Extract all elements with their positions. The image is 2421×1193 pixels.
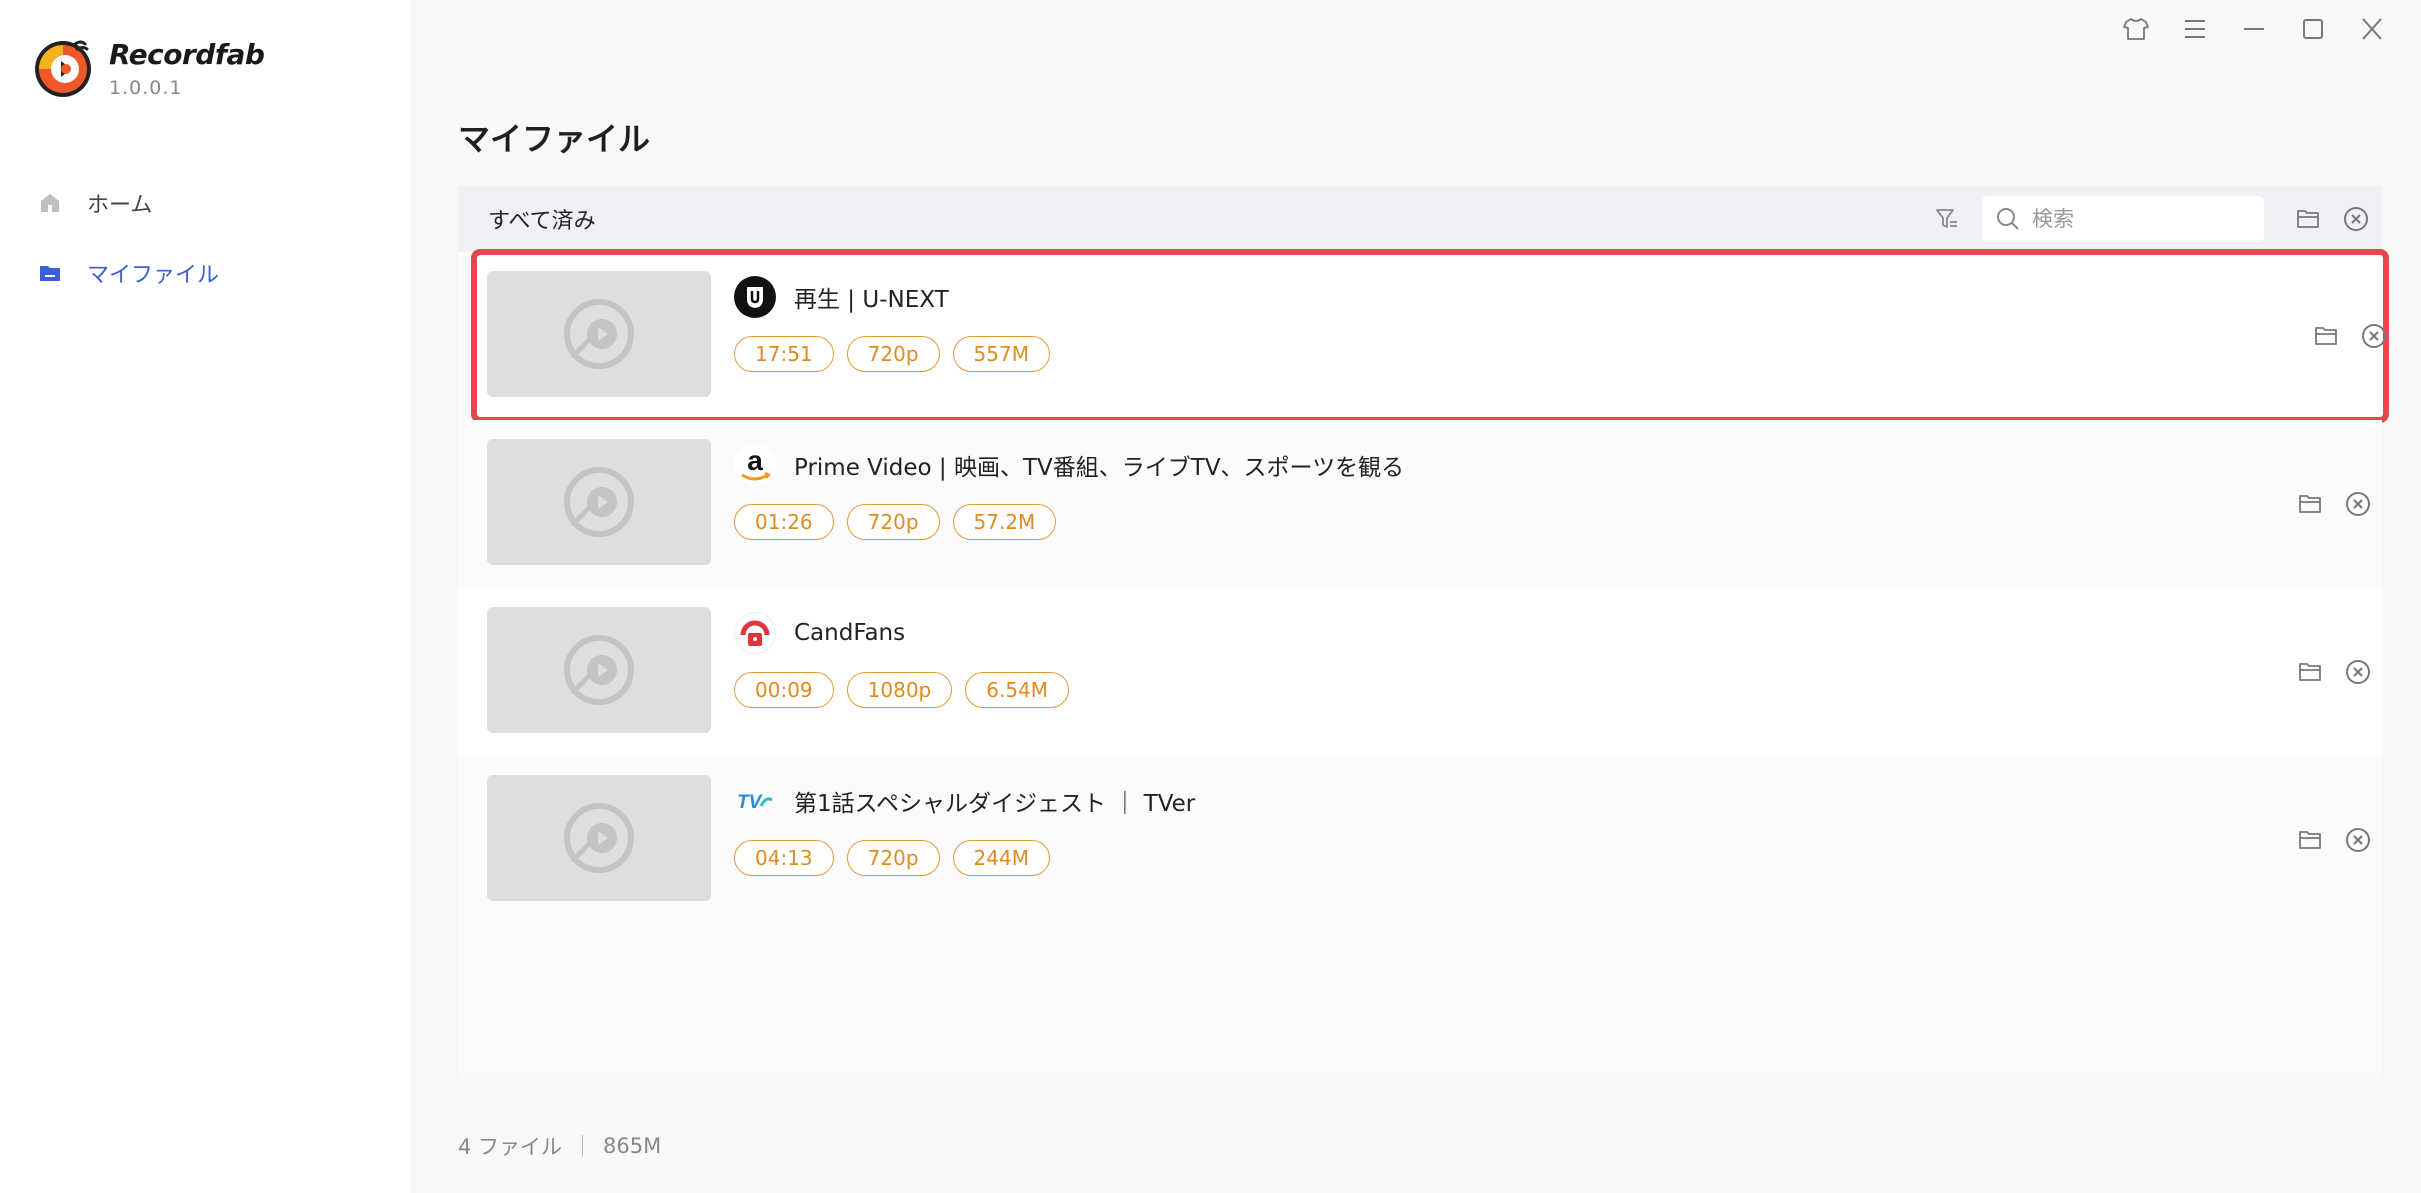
duration-badge: 00:09	[734, 672, 834, 708]
folder-open-icon	[2315, 327, 2337, 345]
sidebar-item-home[interactable]: ホーム	[0, 168, 411, 238]
duration-badge: 17:51	[734, 336, 834, 372]
file-row[interactable]: a Prime Video | 映画、TV番組、ライブTV、スポーツを観る 01…	[458, 420, 2382, 588]
page-title: マイファイル	[458, 120, 651, 158]
app-version: 1.0.0.1	[109, 77, 183, 99]
video-thumbnail[interactable]	[487, 271, 711, 397]
svg-text:a: a	[747, 445, 763, 476]
folder-open-icon	[2297, 210, 2319, 228]
video-thumbnail[interactable]	[487, 607, 711, 733]
sidebar-item-my-files[interactable]: マイファイル	[0, 238, 411, 308]
delete-button[interactable]	[2334, 816, 2382, 864]
candfans-logo-icon	[734, 612, 776, 654]
footer-summary: 4 ファイル 865M	[458, 1131, 661, 1161]
delete-button[interactable]	[2334, 648, 2382, 696]
close-circle-icon	[2346, 660, 2370, 684]
size-badge: 57.2M	[952, 504, 1057, 540]
file-list-panel: すべて済み 検索 再生 | U-NEXT 17:51 720p 557M a P…	[458, 186, 2389, 1079]
file-row[interactable]: CandFans 00:09 1080p 6.54M	[458, 588, 2382, 756]
window-controls	[2106, 14, 2401, 44]
total-size: 865M	[603, 1134, 662, 1158]
close-icon[interactable]	[2342, 14, 2401, 44]
menu-icon[interactable]	[2165, 14, 2224, 44]
folder-open-icon	[2299, 495, 2321, 513]
close-circle-icon	[2346, 492, 2370, 516]
filter-label[interactable]: すべて済み	[488, 203, 596, 235]
file-title: CandFans	[794, 620, 906, 646]
search-input[interactable]	[2032, 207, 2252, 231]
file-title: 再生 | U-NEXT	[794, 287, 949, 313]
file-row[interactable]: TV 第1話スペシャルダイジェスト ｜ TVer 04:13 720p 244M	[458, 756, 2382, 924]
resolution-badge: 720p	[846, 336, 940, 372]
svg-text:TV: TV	[737, 792, 763, 813]
close-circle-icon	[2362, 324, 2386, 348]
folder-open-icon	[2299, 831, 2321, 849]
tver-logo-icon: TV	[734, 780, 776, 822]
shirt-skin-icon[interactable]	[2106, 14, 2165, 44]
folder-open-icon	[2299, 663, 2321, 681]
folder-icon	[37, 260, 63, 286]
video-placeholder-icon	[564, 299, 634, 369]
video-placeholder-icon	[564, 803, 634, 873]
open-folder-button[interactable]	[2286, 480, 2334, 528]
video-placeholder-icon	[564, 635, 634, 705]
open-folder-button[interactable]	[2302, 312, 2350, 360]
delete-button[interactable]	[2334, 480, 2382, 528]
open-folder-all-button[interactable]	[2284, 195, 2332, 243]
file-title: Prime Video | 映画、TV番組、ライブTV、スポーツを観る	[794, 455, 1405, 481]
delete-all-button[interactable]	[2332, 195, 2380, 243]
sidebar-item-label: ホーム	[87, 193, 153, 218]
minimize-icon[interactable]	[2224, 14, 2283, 44]
divider	[582, 1135, 584, 1157]
resolution-badge: 720p	[846, 504, 940, 540]
maximize-icon[interactable]	[2283, 14, 2342, 44]
size-badge: 557M	[952, 336, 1050, 372]
unext-logo-icon	[734, 276, 776, 318]
recordfab-logo-icon	[35, 40, 91, 97]
brand: Recordfab 1.0.0.1	[31, 36, 265, 100]
filter-icon[interactable]	[1932, 204, 1962, 234]
sidebar-nav: ホーム マイファイル	[0, 168, 411, 308]
panel-header: すべて済み	[458, 186, 2382, 252]
close-circle-icon	[2344, 207, 2368, 231]
file-title: 第1話スペシャルダイジェスト ｜ TVer	[794, 791, 1196, 817]
search-icon	[1997, 208, 2019, 230]
resolution-badge: 720p	[846, 840, 940, 876]
open-folder-button[interactable]	[2286, 816, 2334, 864]
video-thumbnail[interactable]	[487, 439, 711, 565]
duration-badge: 04:13	[734, 840, 834, 876]
video-placeholder-icon	[564, 467, 634, 537]
file-row[interactable]: 再生 | U-NEXT 17:51 720p 557M	[471, 249, 2389, 423]
open-folder-button[interactable]	[2286, 648, 2334, 696]
app-name: Recordfab	[109, 38, 265, 71]
delete-button[interactable]	[2350, 312, 2398, 360]
search-box	[1982, 196, 2264, 242]
sidebar-item-label: マイファイル	[87, 263, 220, 288]
close-circle-icon	[2346, 828, 2370, 852]
amazon-logo-icon: a	[734, 444, 776, 486]
home-icon	[37, 190, 63, 216]
file-list: 再生 | U-NEXT 17:51 720p 557M a Prime Vide…	[458, 249, 2389, 1079]
sidebar: Recordfab 1.0.0.1 ホーム マイファイル	[0, 0, 411, 1193]
video-thumbnail[interactable]	[487, 775, 711, 901]
file-count: 4 ファイル	[458, 1135, 563, 1159]
resolution-badge: 1080p	[846, 672, 953, 708]
size-badge: 6.54M	[965, 672, 1070, 708]
duration-badge: 01:26	[734, 504, 834, 540]
size-badge: 244M	[952, 840, 1050, 876]
